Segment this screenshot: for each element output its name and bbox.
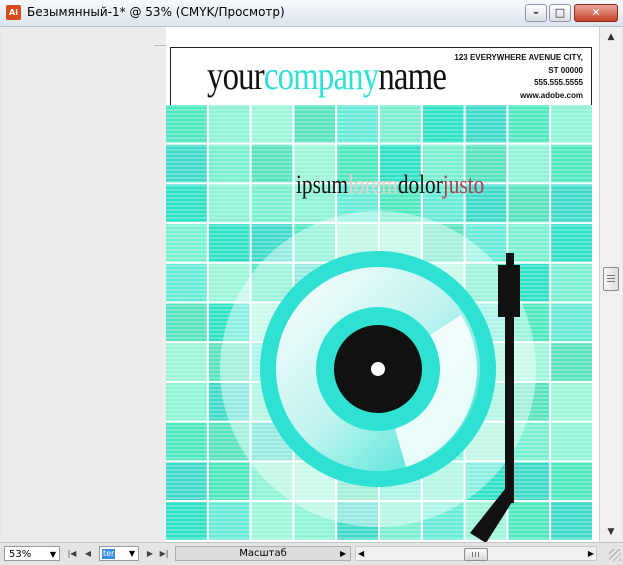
company-name-part: name (378, 53, 447, 98)
document-icon: Ai (6, 5, 21, 20)
tagline-word: justo (442, 171, 484, 199)
close-button[interactable]: ✕ (574, 4, 618, 22)
minimize-icon: – (533, 6, 539, 19)
minimize-button[interactable]: – (525, 4, 547, 22)
scroll-up-icon[interactable]: ▲ (600, 29, 622, 45)
tagline: ipsumloremdolorjusto (296, 171, 484, 199)
maximize-icon: □ (554, 6, 566, 19)
turntable-illustration: ipsumloremdolorjusto (166, 105, 594, 542)
scroll-left-icon[interactable]: ◀ (358, 547, 364, 560)
address-line: ST 00000 (548, 65, 583, 75)
status-bar: 53% ▼ |◀ ◀ ter ▼ ▶ ▶| Масштаб ▶ ◀ ▶ (0, 542, 623, 565)
maximize-button[interactable]: □ (549, 4, 571, 22)
scroll-down-icon[interactable]: ▼ (600, 524, 622, 540)
company-name-accent: company (263, 53, 379, 98)
company-name-part: your (207, 53, 265, 98)
zoom-value: 53% (9, 549, 32, 560)
first-page-icon[interactable]: |◀ (66, 547, 78, 560)
close-icon: ✕ (591, 6, 601, 19)
vertical-scrollbar[interactable]: ▲ ▼ (599, 27, 622, 542)
zoom-select[interactable]: 53% ▼ (4, 546, 60, 561)
artboard[interactable]: yourcompanyname 123 EVERYWHERE AVENUE CI… (166, 47, 594, 542)
phone-number: 555.555.5555 (534, 78, 583, 87)
prev-page-icon[interactable]: ◀ (82, 547, 94, 560)
chevron-down-icon: ▼ (49, 550, 56, 559)
window-title: Безымянный-1* @ 53% (CMYK/Просмотр) (27, 5, 285, 19)
page-value: ter (102, 549, 116, 559)
record-spindle (371, 362, 385, 376)
crop-mark (154, 45, 166, 46)
last-page-icon[interactable]: ▶| (158, 547, 170, 560)
status-info-field[interactable]: Масштаб (175, 546, 351, 561)
status-menu-icon[interactable]: ▶ (340, 547, 346, 560)
horizontal-scroll-thumb[interactable] (464, 548, 488, 561)
tagline-word: lorem (348, 171, 398, 199)
tagline-word: ipsum (296, 171, 349, 199)
horizontal-scrollbar[interactable]: ◀ ▶ (355, 546, 597, 561)
vertical-scroll-thumb[interactable] (603, 267, 619, 291)
website: www.adobe.com (520, 90, 583, 100)
scroll-right-icon[interactable]: ▶ (588, 547, 594, 560)
resize-grip-icon[interactable] (609, 549, 621, 561)
address-line: 123 EVERYWHERE AVENUE CITY, (454, 53, 583, 62)
pasteboard (2, 27, 166, 542)
company-name: yourcompanyname (207, 53, 447, 98)
window-title-bar: Ai Безымянный-1* @ 53% (CMYK/Просмотр) –… (0, 0, 623, 27)
tagline-word: dolor (398, 171, 443, 199)
next-page-icon[interactable]: ▶ (144, 547, 156, 560)
status-info-text: Масштаб (239, 548, 287, 559)
chevron-down-icon: ▼ (128, 549, 135, 558)
address-block: 123 EVERYWHERE AVENUE CITY, ST 00000 555… (454, 52, 583, 102)
header-panel: yourcompanyname 123 EVERYWHERE AVENUE CI… (170, 47, 592, 106)
page-select[interactable]: ter ▼ (99, 546, 139, 561)
document-canvas[interactable]: yourcompanyname 123 EVERYWHERE AVENUE CI… (2, 27, 599, 542)
